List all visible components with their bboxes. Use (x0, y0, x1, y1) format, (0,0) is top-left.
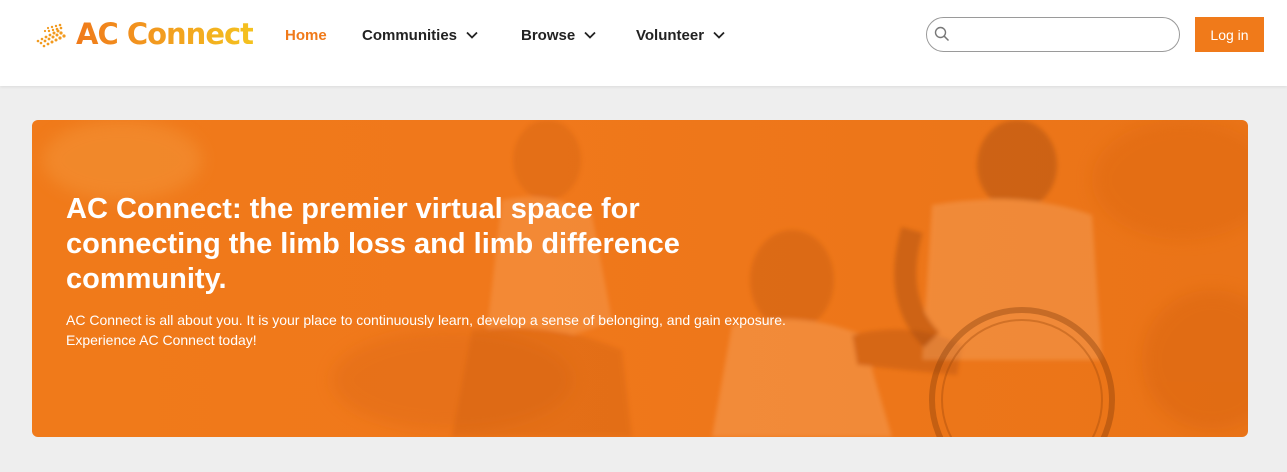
login-button[interactable]: Log in (1195, 17, 1264, 52)
chevron-down-icon (584, 31, 596, 39)
hero-banner: AC Connect: the premier virtual space fo… (32, 120, 1248, 437)
nav-communities-dropdown[interactable]: Communities (362, 24, 521, 46)
nav-browse-label: Browse (521, 26, 576, 44)
top-navigation-bar: AC Connect Home Communities Browse Volun… (0, 0, 1287, 86)
ac-connect-logo[interactable]: AC Connect (34, 16, 254, 52)
chevron-down-icon (713, 31, 725, 39)
logo-dots-icon (36, 23, 66, 48)
main-nav: Home Communities Browse Volunteer (285, 24, 725, 46)
hero-subtitle: AC Connect is all about you. It is your … (66, 312, 786, 348)
nav-home[interactable]: Home (285, 24, 362, 46)
nav-home-label: Home (285, 26, 327, 44)
nav-communities-label: Communities (362, 26, 458, 44)
hero-title: AC Connect: the premier virtual space fo… (66, 193, 680, 295)
logo-text: AC Connect (76, 17, 254, 51)
nav-volunteer-label: Volunteer (636, 26, 705, 44)
nav-browse-dropdown[interactable]: Browse (521, 24, 636, 46)
search-input[interactable] (955, 24, 1165, 46)
search-box (926, 17, 1180, 52)
nav-volunteer-dropdown[interactable]: Volunteer (636, 24, 725, 46)
search-icon (934, 26, 950, 42)
chevron-down-icon (466, 31, 478, 39)
